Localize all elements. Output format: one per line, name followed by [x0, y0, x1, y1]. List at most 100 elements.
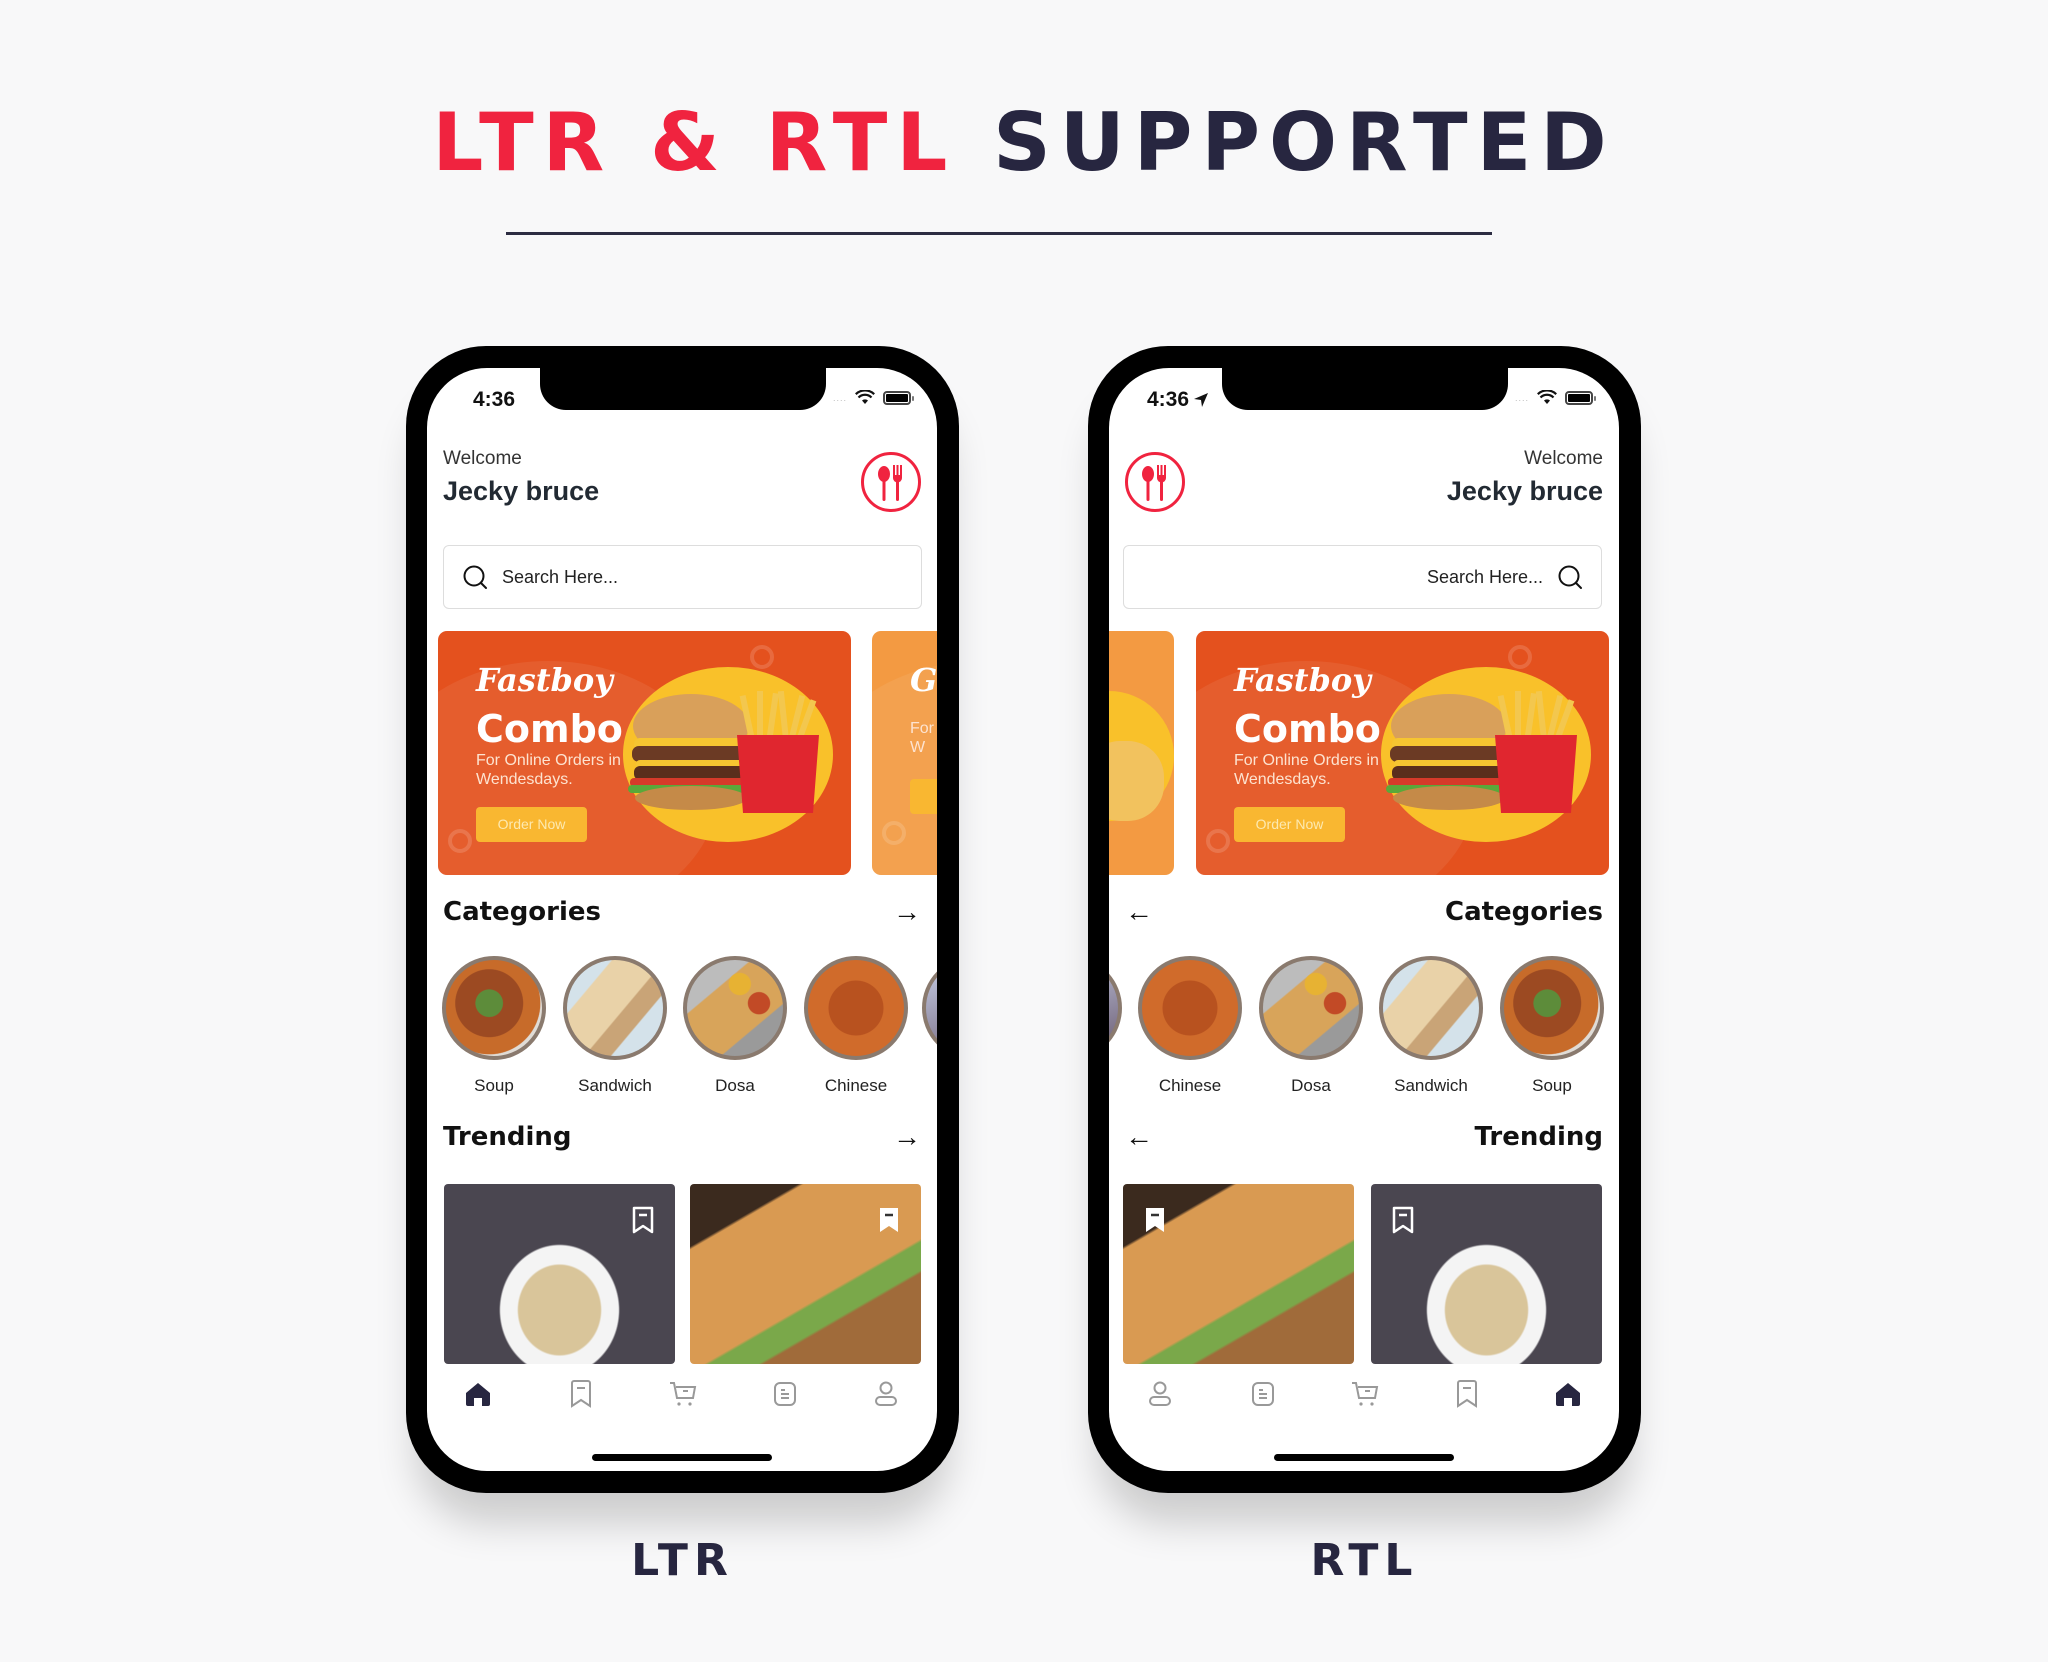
location-arrow-icon — [1194, 393, 1209, 407]
banner-subtitle: For in W — [910, 720, 937, 756]
category-item[interactable]: Dosa — [682, 956, 788, 1096]
trending-title: Trending — [1474, 1122, 1604, 1152]
sandwich-image — [563, 956, 667, 1060]
tab-home[interactable] — [1550, 1376, 1586, 1412]
home-icon — [1556, 1383, 1580, 1406]
tab-orders[interactable] — [767, 1376, 803, 1412]
promo-banner-next[interactable]: Go For in W O — [872, 631, 937, 875]
headline-main: SUPPORTED — [993, 96, 1616, 189]
soup-image — [1500, 956, 1604, 1060]
home-indicator[interactable] — [592, 1454, 772, 1461]
banner-carousel[interactable]: Fastboy Combo For Online Orders in Wende… — [1109, 631, 1619, 875]
promo-banner-next[interactable] — [1109, 631, 1174, 875]
tab-cart[interactable] — [1347, 1376, 1383, 1412]
trending-list[interactable] — [427, 1184, 937, 1364]
category-item[interactable]: Chinese — [803, 956, 909, 1096]
home-indicator[interactable] — [1274, 1454, 1454, 1461]
banner-title: Combo — [1234, 707, 1381, 751]
category-item[interactable]: Soup — [1499, 956, 1605, 1096]
category-item-partial[interactable] — [1109, 956, 1123, 1060]
categories-title: Categories — [1444, 897, 1603, 927]
search-icon[interactable] — [1557, 564, 1583, 590]
tab-saved[interactable] — [563, 1376, 599, 1412]
category-item[interactable]: Dosa — [1258, 956, 1364, 1096]
arrow-left-icon[interactable]: ← — [1125, 898, 1153, 926]
bookmark-filled-icon[interactable] — [877, 1206, 901, 1234]
trending-card-sandwich[interactable] — [690, 1184, 921, 1364]
bookmark-filled-icon[interactable] — [1143, 1206, 1167, 1234]
category-image — [1109, 956, 1122, 1060]
category-item[interactable]: Sandwich — [562, 956, 668, 1096]
banner-script-title: Go — [910, 661, 937, 699]
tab-profile[interactable] — [1142, 1376, 1178, 1412]
trending-list[interactable] — [1109, 1184, 1619, 1364]
ltr-phone-frame: 4:36 .... Welcome Jecky bruce Fastboy — [406, 346, 959, 1493]
trending-card-fried-rice[interactable] — [444, 1184, 675, 1364]
order-now-button[interactable]: Order Now — [1234, 807, 1345, 842]
category-label: Chinese — [1158, 1076, 1222, 1095]
promo-banner[interactable]: Fastboy Combo For Online Orders in Wende… — [438, 631, 851, 875]
trending-header: Trending → — [443, 1122, 921, 1152]
search-input[interactable] — [502, 566, 903, 588]
ltr-screen: 4:36 .... Welcome Jecky bruce Fastboy — [427, 368, 937, 1471]
categories-header: Categories ← — [1125, 897, 1603, 927]
arrow-right-icon[interactable]: → — [893, 1123, 921, 1151]
chinese-noodles-image — [804, 956, 908, 1060]
headline-divider — [506, 232, 1492, 235]
banner-carousel[interactable]: Fastboy Combo For Online Orders in Wende… — [427, 631, 937, 875]
banner-title: Combo — [476, 707, 623, 751]
banner-script-title: Fastboy — [476, 661, 613, 699]
category-label: Soup — [474, 1076, 514, 1095]
promo-banner[interactable]: Fastboy Combo For Online Orders in Wende… — [1196, 631, 1609, 875]
wifi-icon — [855, 390, 875, 404]
search-bar[interactable] — [443, 545, 922, 609]
tab-profile[interactable] — [868, 1376, 904, 1412]
trending-card-sandwich[interactable] — [1123, 1184, 1354, 1364]
arrow-right-icon[interactable]: → — [893, 898, 921, 926]
bookmark-icon[interactable] — [631, 1206, 655, 1234]
sandwich-image — [1379, 956, 1483, 1060]
status-time: 4:36 — [473, 388, 516, 411]
welcome-label: Welcome — [1524, 448, 1603, 469]
category-label: Sandwich — [1394, 1076, 1468, 1095]
category-item[interactable]: Sandwich — [1378, 956, 1484, 1096]
category-label: Sandwich — [578, 1076, 652, 1095]
category-item[interactable]: Chinese — [1137, 956, 1243, 1096]
tab-saved[interactable] — [1449, 1376, 1485, 1412]
category-item[interactable]: Soup — [441, 956, 547, 1096]
tab-orders[interactable] — [1245, 1376, 1281, 1412]
bottom-tab-bar — [1109, 1372, 1619, 1422]
order-now-button[interactable]: Order Now — [476, 807, 587, 842]
cart-icon — [1352, 1382, 1379, 1406]
bottom-tab-bar — [427, 1372, 937, 1422]
arrow-left-icon[interactable]: ← — [1125, 1123, 1153, 1151]
fries-image — [737, 691, 819, 813]
tab-cart[interactable] — [665, 1376, 701, 1412]
categories-list[interactable]: Chinese Dosa Sandwich Soup — [1109, 956, 1619, 1096]
soup-image — [442, 956, 546, 1060]
tab-home[interactable] — [460, 1376, 496, 1412]
status-icons: .... — [1514, 390, 1596, 405]
ltr-caption: LTR — [631, 1535, 734, 1586]
search-input[interactable] — [1142, 566, 1543, 588]
orders-icon — [1252, 1382, 1274, 1406]
bookmark-icon — [1457, 1380, 1477, 1408]
status-time: 4:36 — [1147, 388, 1209, 412]
category-label: Dosa — [715, 1076, 755, 1095]
search-bar[interactable] — [1123, 545, 1602, 609]
category-label: Soup — [1532, 1076, 1572, 1095]
banner-ring — [448, 829, 472, 853]
bookmark-icon[interactable] — [1391, 1206, 1415, 1234]
categories-title: Categories — [443, 897, 602, 927]
category-item-partial[interactable] — [921, 956, 937, 1060]
user-name: Jecky bruce — [443, 476, 600, 506]
orders-icon — [774, 1382, 796, 1406]
search-icon[interactable] — [462, 564, 488, 590]
spoon-fork-icon[interactable] — [1125, 452, 1185, 512]
order-now-button[interactable]: O — [910, 779, 937, 814]
categories-list[interactable]: Soup Sandwich Dosa Chinese — [427, 956, 937, 1096]
spoon-fork-icon[interactable] — [861, 452, 921, 512]
trending-card-fried-rice[interactable] — [1371, 1184, 1602, 1364]
signal-icon: .... — [1514, 392, 1529, 403]
wifi-icon — [1537, 390, 1557, 404]
